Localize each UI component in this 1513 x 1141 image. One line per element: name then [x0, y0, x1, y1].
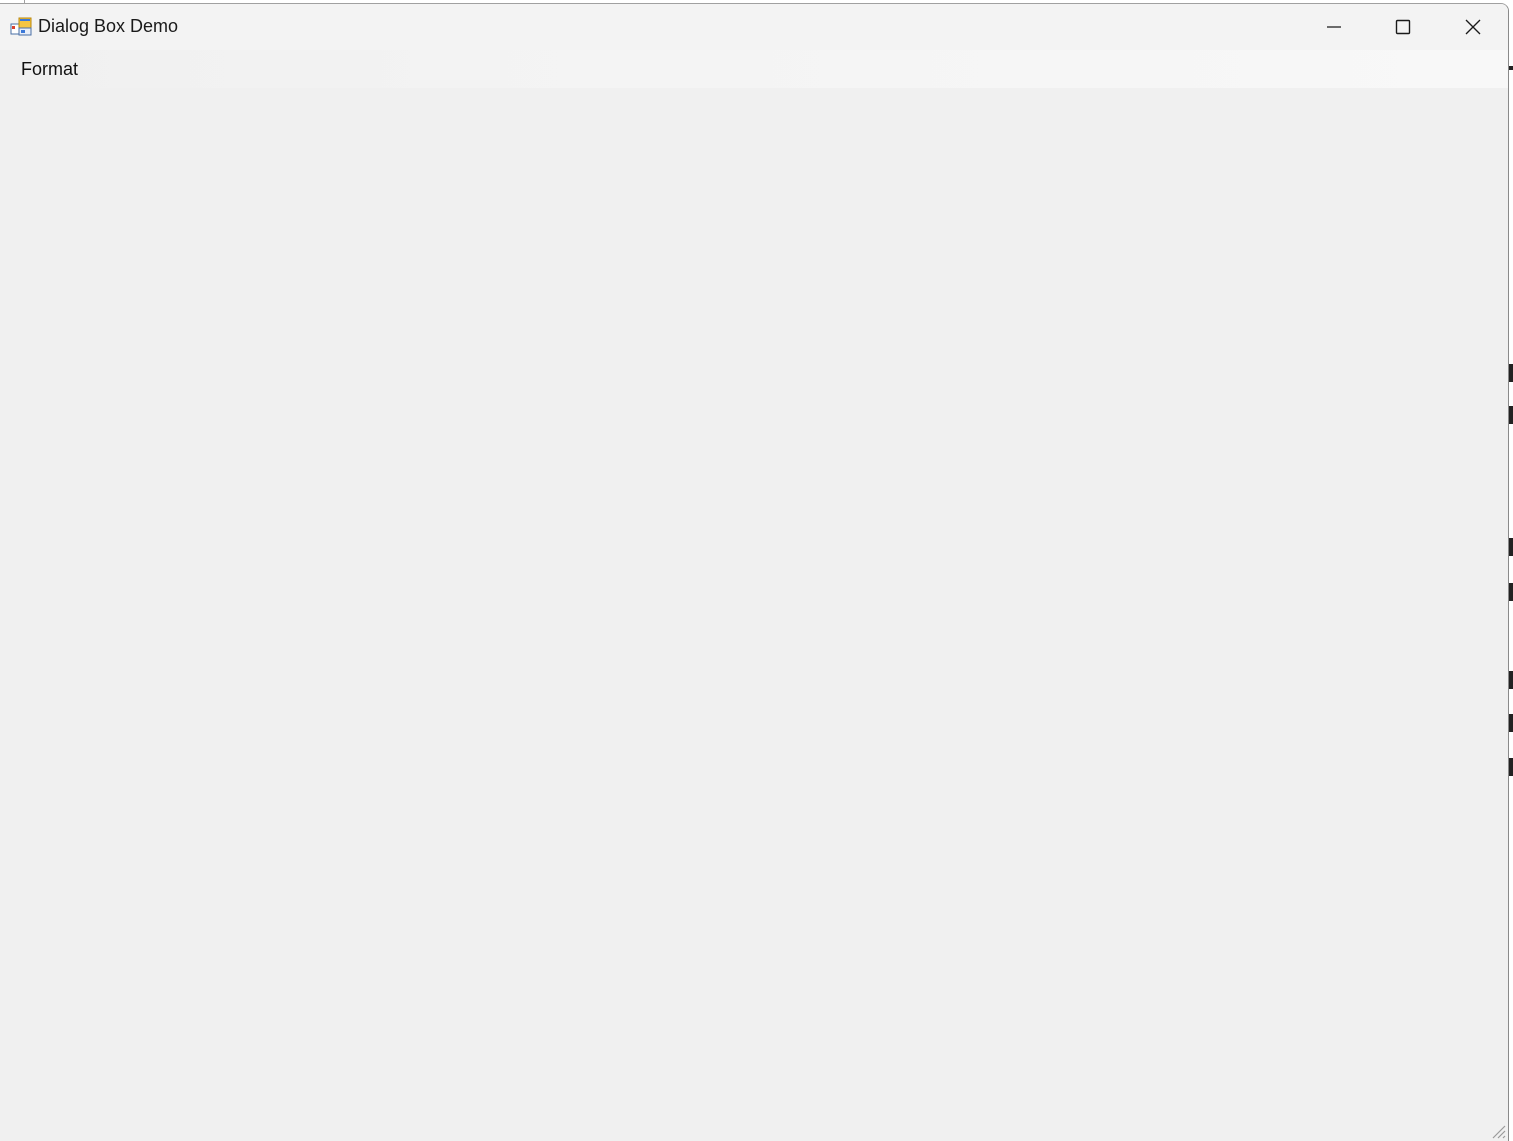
- minimize-icon: [1327, 26, 1341, 28]
- edge-fragment: [1509, 758, 1513, 776]
- edge-fragment: [1509, 66, 1513, 70]
- maximize-button[interactable]: [1368, 4, 1438, 50]
- client-area: [0, 88, 1508, 1141]
- background-window-edge: [1509, 0, 1513, 1141]
- close-button[interactable]: [1438, 4, 1508, 50]
- edge-fragment: [1509, 406, 1513, 424]
- edge-fragment: [1509, 671, 1513, 689]
- title-bar[interactable]: Dialog Box Demo: [0, 4, 1508, 50]
- form-app-icon: [10, 17, 32, 36]
- edge-fragment: [1509, 364, 1513, 382]
- edge-fragment: [1509, 714, 1513, 732]
- edge-fragment: [1509, 538, 1513, 556]
- window-title: Dialog Box Demo: [38, 16, 179, 36]
- menu-bar: Format: [0, 50, 1508, 88]
- resize-grip-icon[interactable]: [1488, 1121, 1506, 1139]
- menu-item-format[interactable]: Format: [13, 56, 86, 82]
- close-icon: [1465, 19, 1481, 35]
- edge-fragment: [1509, 583, 1513, 601]
- minimize-button[interactable]: [1299, 4, 1369, 50]
- dialog-box-demo-window: Dialog Box Demo Format: [0, 3, 1509, 1141]
- maximize-icon: [1395, 19, 1411, 35]
